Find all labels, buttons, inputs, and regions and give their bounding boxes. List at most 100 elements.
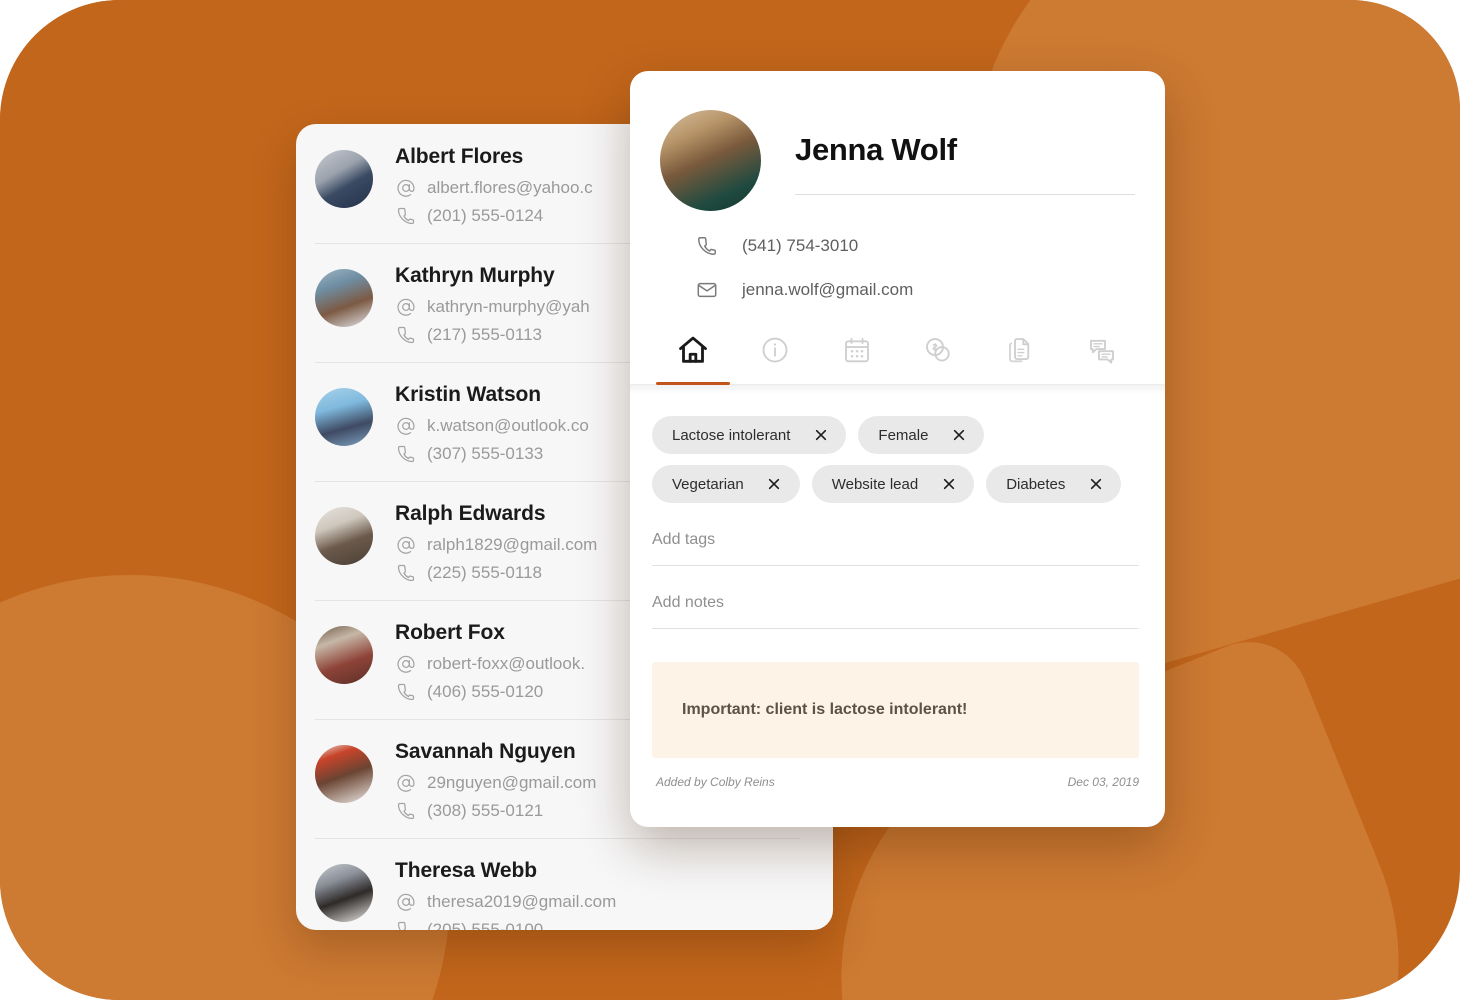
close-icon[interactable] [1087,476,1104,493]
note-author: Added by Colby Reins [656,775,775,789]
tag-chip[interactable]: Vegetarian [652,465,800,503]
screen: Albert Flores albert.flores@yahoo.c (201) … [0,0,1460,1000]
add-tags-field[interactable]: Add tags [652,503,1139,566]
contact-phone-row[interactable]: (307) 555-0133 [395,443,589,465]
phone-icon [694,233,720,259]
tab-calendar[interactable] [816,320,898,384]
divider [795,194,1135,195]
tab-chat-bubbles[interactable] [1061,320,1143,384]
detail-phone-value: (541) 754-3010 [742,236,859,255]
phone-icon [395,443,417,465]
tag-chip[interactable]: Diabetes [986,465,1122,503]
page-title: Jenna Wolf [795,132,957,167]
contact-name: Robert Fox [395,621,505,644]
note-date: Dec 03, 2019 [1067,775,1139,789]
contact-phone-row[interactable]: (205) 555-0100 [395,919,616,930]
contact-email-value: kathryn-murphy@yah [427,297,590,316]
field-underline [652,628,1139,629]
tag-list: Lactose intolerant Female Vegetarian Websit… [630,394,1165,503]
at-sign-icon [395,772,417,794]
detail-phone-row[interactable]: (541) 754-3010 [694,233,1135,259]
contact-email-value: albert.flores@yahoo.c [427,178,593,197]
tab-coins[interactable] [897,320,979,384]
tab-documents[interactable] [979,320,1061,384]
contact-phone-value: (307) 555-0133 [427,444,544,463]
contact-phone-row[interactable]: (217) 555-0113 [395,324,590,346]
contact-email-row[interactable]: robert-foxx@outlook. [395,653,585,675]
add-notes-placeholder: Add notes [652,594,725,611]
add-notes-field[interactable]: Add notes [652,566,1139,629]
contact-phone-row[interactable]: (201) 555-0124 [395,205,593,227]
detail-header-text: Jenna Wolf [795,110,1135,195]
close-icon[interactable] [950,427,967,444]
contact-phone-row[interactable]: (308) 555-0121 [395,800,596,822]
contact-phone-value: (201) 555-0124 [427,206,544,225]
contact-info: Kristin Watson k.watson@outlook.co (307) 5… [395,380,589,465]
contact-phone-value: (217) 555-0113 [427,325,542,344]
contact-email-value: ralph1829@gmail.com [427,535,598,554]
avatar-kristin-watson [315,388,373,446]
detail-tabbar [630,321,1165,385]
contact-name: Ralph Edwards [395,502,546,525]
contact-phone-value: (406) 555-0120 [427,682,544,701]
contact-info: Albert Flores albert.flores@yahoo.c (201) … [395,142,593,227]
tag-chip[interactable]: Female [858,416,985,454]
contact-email-row[interactable]: albert.flores@yahoo.c [395,177,593,199]
contact-name: Kathryn Murphy [395,264,555,287]
note-text: Important: client is lactose intolerant! [682,701,968,718]
contact-phone-value: (308) 555-0121 [427,801,544,820]
contact-name: Kristin Watson [395,383,541,406]
coins-icon [923,335,953,370]
contact-email-value: theresa2019@gmail.com [427,892,617,911]
contact-name: Albert Flores [395,145,524,168]
detail-contact-info: (541) 754-3010 jenna.wolf@gmail.com [630,211,1165,303]
tab-info-circle[interactable] [734,320,816,384]
close-icon[interactable] [766,476,783,493]
contact-name: Savannah Nguyen [395,740,576,763]
contact-email-row[interactable]: theresa2019@gmail.com [395,891,616,913]
contact-email-value: 29nguyen@gmail.com [427,773,597,792]
phone-icon [395,681,417,703]
tabbar-shadow [630,385,1165,394]
backdrop-shape-top-left [0,0,320,300]
tag-label: Female [878,426,929,444]
contact-phone-row[interactable]: (225) 555-0118 [395,562,597,584]
contact-detail-card[interactable]: Jenna Wolf (541) 754-3010 jenna.wolf@gma… [630,71,1165,827]
contact-email-value: k.watson@outlook.co [427,416,589,435]
contact-info: Ralph Edwards ralph1829@gmail.com (225) 55… [395,499,597,584]
contact-email-value: robert-foxx@outlook. [427,654,586,673]
phone-icon [395,562,417,584]
contact-email-row[interactable]: k.watson@outlook.co [395,415,589,437]
tab-home[interactable] [652,320,734,385]
at-sign-icon [395,534,417,556]
contact-info: Savannah Nguyen 29nguyen@gmail.com (308) 5… [395,737,596,822]
close-icon[interactable] [940,476,957,493]
contact-phone-value: (225) 555-0118 [427,563,542,582]
close-icon[interactable] [812,427,829,444]
contact-info: Robert Fox robert-foxx@outlook. (406) 555-… [395,618,585,703]
detail-email-row[interactable]: jenna.wolf@gmail.com [694,277,1135,303]
avatar-ralph-edwards [315,507,373,565]
avatar-robert-fox [315,626,373,684]
phone-icon [395,205,417,227]
tag-chip[interactable]: Lactose intolerant [652,416,847,454]
documents-icon [1005,335,1035,370]
contact-email-row[interactable]: 29nguyen@gmail.com [395,772,596,794]
detail-header: Jenna Wolf [630,71,1165,211]
contact-phone-row[interactable]: (406) 555-0120 [395,681,585,703]
contact-info: Kathryn Murphy kathryn-murphy@yah (217) 55… [395,261,590,346]
tag-label: Vegetarian [672,475,744,493]
avatar-albert-flores [315,150,373,208]
contact-info: Theresa Webb theresa2019@gmail.com (205) 5… [395,856,616,930]
contact-list-item[interactable]: Theresa Webb theresa2019@gmail.com (205) 5… [296,838,833,930]
avatar [660,110,761,211]
contact-email-row[interactable]: kathryn-murphy@yah [395,296,590,318]
at-sign-icon [395,415,417,437]
tag-label: Website lead [831,475,919,493]
important-note[interactable]: Important: client is lactose intolerant! [652,662,1139,758]
at-sign-icon [395,177,417,199]
tag-label: Lactose intolerant [672,426,791,444]
contact-email-row[interactable]: ralph1829@gmail.com [395,534,597,556]
phone-icon [395,324,417,346]
tag-chip[interactable]: Website lead [811,465,975,503]
